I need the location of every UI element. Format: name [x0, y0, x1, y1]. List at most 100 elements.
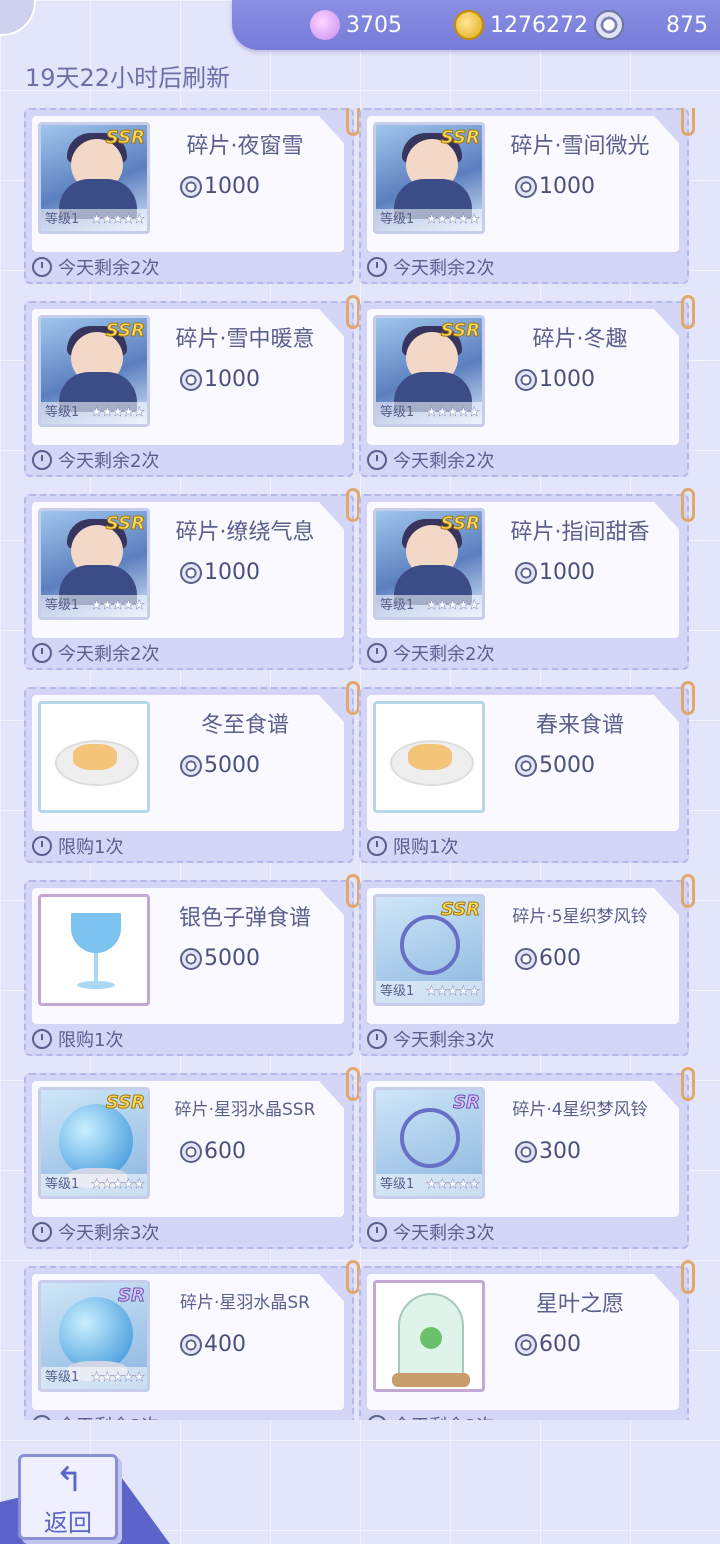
rarity-badge: SSR [440, 513, 480, 535]
star-rating-icon: ★★★★★ [90, 212, 145, 228]
purchase-limit: 限购1次 [367, 833, 458, 859]
shop-item-card[interactable]: SSR 等级1 ★★★★★ 碎片·雪间微光 1000 今天剩余2次 [359, 108, 695, 288]
swan-icon [310, 10, 340, 40]
refresh-countdown: 19天22小时后刷新 [25, 64, 231, 92]
compass-amount: 875 [666, 12, 708, 38]
item-name: 银色子弹食谱 [178, 906, 311, 931]
compass-coin-icon [180, 947, 202, 970]
paperclip-icon [681, 295, 695, 329]
level-label: 等级1 [45, 212, 80, 227]
level-label: 等级1 [380, 984, 415, 999]
limit-text: 今天剩余3次 [393, 1412, 494, 1420]
shop-item-card[interactable]: SSR 等级1 ★★★★★ 碎片·5星织梦风铃 600 今天剩余3次 [359, 874, 695, 1060]
rarity-badge: SSR [105, 320, 145, 342]
level-label: 等级1 [380, 212, 415, 227]
item-price: 5000 [180, 946, 260, 971]
swan-amount: 3705 [346, 12, 402, 38]
paperclip-icon [346, 874, 360, 908]
shop-item-card[interactable]: SSR 等级1 ★★★★★ 碎片·指间甜香 1000 今天剩余2次 [359, 488, 695, 674]
compass-coin-icon [515, 175, 537, 198]
level-label: 等级1 [45, 598, 80, 613]
clock-icon [367, 1222, 387, 1242]
level-bar: 等级1 ★★★★★ [376, 595, 482, 617]
shop-item-card[interactable]: SR 等级1 ★★★★★ 碎片·4星织梦风铃 300 今天剩余3次 [359, 1067, 695, 1253]
star-rating-icon: ★★★★★ [425, 405, 480, 421]
shop-item-card[interactable]: SSR 等级1 ★★★★★ 碎片·雪中暖意 1000 今天剩余2次 [24, 295, 360, 481]
rarity-badge: SR [118, 1285, 146, 1307]
shop-grid: SSR 等级1 ★★★★★ 碎片·夜窗雪 1000 今天剩余2次 SSR 等级1 ★★★★★ 碎片… [24, 108, 696, 1420]
back-arrow-icon: ↰ [55, 1460, 84, 1500]
clock-icon [32, 1415, 52, 1420]
clock-icon [367, 1029, 387, 1049]
price-value: 1000 [204, 174, 260, 199]
purchase-limit: 今天剩余2次 [32, 640, 159, 666]
shop-item-card[interactable]: SSR 等级1 ★★★★★ 碎片·星羽水晶SSR 600 今天剩余3次 [24, 1067, 360, 1253]
level-label: 等级1 [380, 598, 415, 613]
star-rating-icon: ★★★★★ [425, 1177, 480, 1193]
compass-icon [594, 10, 624, 40]
price-value: 1000 [204, 560, 260, 585]
item-name: 碎片·星羽水晶SSR [174, 1100, 316, 1120]
clock-icon [367, 643, 387, 663]
paperclip-icon [346, 295, 360, 329]
item-price: 1000 [180, 367, 260, 392]
price-value: 600 [539, 1332, 581, 1357]
clock-icon [32, 257, 52, 277]
shop-item-card[interactable]: SR 等级1 ★★★★★ 碎片·星羽水晶SR 400 今天剩余3次 [24, 1260, 360, 1420]
price-value: 1000 [539, 174, 595, 199]
purchase-limit: 今天剩余2次 [32, 254, 159, 280]
purchase-limit: 限购1次 [32, 1026, 123, 1052]
price-value: 1000 [539, 367, 595, 392]
compass-currency[interactable]: 875 [594, 0, 708, 50]
item-name: 星叶之愿 [535, 1292, 624, 1317]
purchase-limit: 今天剩余2次 [32, 447, 159, 473]
back-button-label: 返回 [44, 1509, 92, 1537]
item-name: 碎片·5星织梦风铃 [512, 907, 648, 927]
limit-text: 今天剩余3次 [58, 1223, 160, 1244]
limit-text: 今天剩余2次 [58, 451, 160, 472]
paperclip-icon [346, 108, 360, 136]
level-bar: 等级1 ★★★★★ [41, 1367, 147, 1389]
swan-currency[interactable]: 3705 [310, 0, 402, 50]
shop-item-card[interactable]: SSR 等级1 ★★★★★ 碎片·缭绕气息 1000 今天剩余2次 [24, 488, 360, 674]
shop-item-card[interactable]: 星叶之愿 600 今天剩余3次 [359, 1260, 695, 1420]
limit-text: 今天剩余3次 [393, 1223, 495, 1244]
item-thumbnail: SR 等级1 ★★★★★ [38, 1280, 150, 1392]
limit-text: 今天剩余2次 [393, 451, 495, 472]
rarity-badge: SSR [440, 899, 480, 921]
gold-currency[interactable]: 1276272 [454, 0, 588, 50]
price-value: 600 [539, 946, 581, 971]
shop-item-card[interactable]: SSR 等级1 ★★★★★ 碎片·冬趣 1000 今天剩余2次 [359, 295, 695, 481]
item-name: 碎片·指间甜香 [510, 520, 650, 545]
purchase-limit: 今天剩余3次 [367, 1026, 494, 1052]
shop-item-card[interactable]: 冬至食谱 5000 限购1次 [24, 681, 360, 867]
limit-text: 限购1次 [58, 837, 124, 858]
shop-item-card[interactable]: 春来食谱 5000 限购1次 [359, 681, 695, 867]
star-rating-icon: ★★★★★ [90, 405, 145, 421]
compass-coin-icon [180, 175, 202, 198]
price-value: 5000 [539, 753, 595, 778]
star-rating-icon: ★★★★★ [90, 1370, 145, 1386]
item-thumbnail: SSR 等级1 ★★★★★ [38, 1087, 150, 1199]
back-button[interactable]: ↰ 返回 [18, 1454, 118, 1540]
compass-coin-icon [515, 1333, 537, 1356]
item-thumbnail: SSR 等级1 ★★★★★ [373, 894, 485, 1006]
compass-coin-icon [515, 1140, 537, 1163]
limit-text: 今天剩余2次 [58, 258, 160, 279]
rarity-badge: SSR [105, 1092, 145, 1114]
level-bar: 等级1 ★★★★★ [41, 209, 147, 231]
star-rating-icon: ★★★★★ [425, 212, 480, 228]
price-value: 600 [204, 1139, 246, 1164]
compass-coin-icon [180, 754, 202, 777]
star-rating-icon: ★★★★★ [425, 598, 480, 614]
price-value: 300 [539, 1139, 581, 1164]
limit-text: 今天剩余2次 [393, 258, 495, 279]
shop-item-card[interactable]: SSR 等级1 ★★★★★ 碎片·夜窗雪 1000 今天剩余2次 [24, 108, 360, 288]
item-price: 600 [515, 1332, 581, 1357]
item-name: 碎片·夜窗雪 [186, 134, 304, 159]
shop-item-card[interactable]: 银色子弹食谱 5000 限购1次 [24, 874, 360, 1060]
item-price: 400 [180, 1332, 246, 1357]
compass-coin-icon [515, 754, 537, 777]
price-value: 1000 [204, 367, 260, 392]
paperclip-icon [681, 108, 695, 136]
